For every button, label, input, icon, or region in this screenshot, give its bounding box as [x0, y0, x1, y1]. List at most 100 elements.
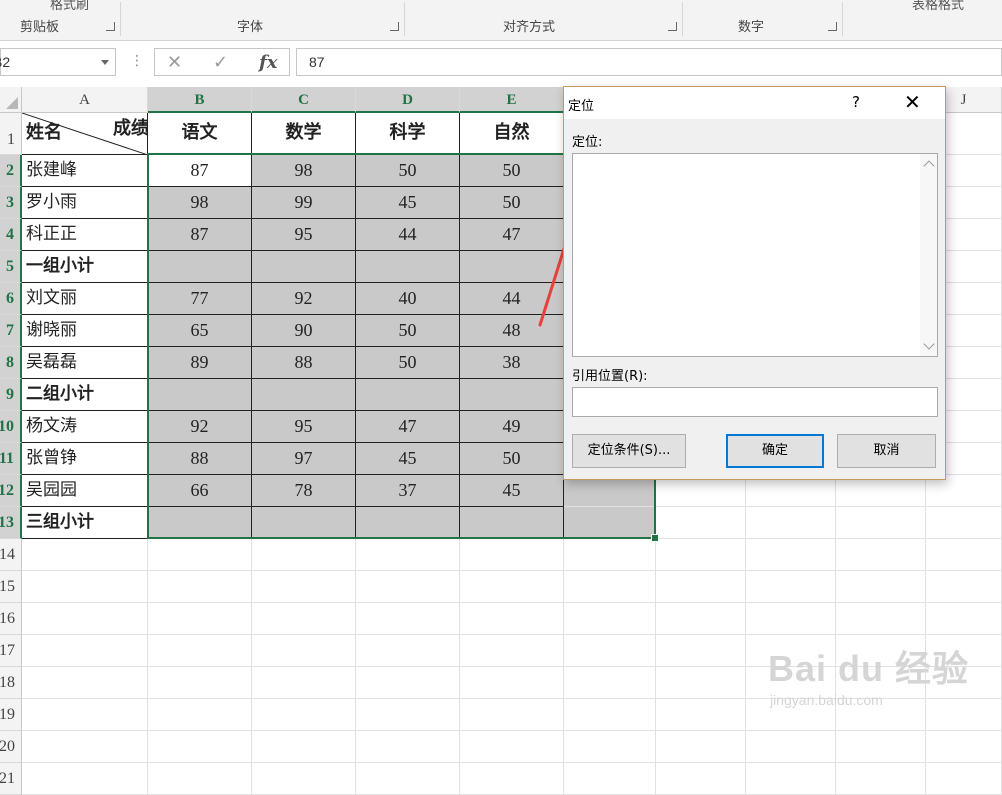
grid-cell[interactable]: [22, 635, 148, 667]
chevron-down-icon[interactable]: [101, 60, 109, 65]
grid-cell[interactable]: [252, 603, 356, 635]
score-cell[interactable]: 99: [252, 187, 356, 219]
name-cell[interactable]: 刘文丽: [22, 283, 148, 315]
row-header[interactable]: 20: [0, 731, 22, 763]
grid-cell[interactable]: [22, 571, 148, 603]
grid-cell[interactable]: [836, 763, 926, 795]
close-icon[interactable]: ✕: [904, 90, 921, 114]
selected-empty-cell[interactable]: [564, 507, 656, 539]
score-cell[interactable]: [252, 507, 356, 539]
grid-cell[interactable]: [148, 731, 252, 763]
number-launcher-icon[interactable]: [828, 22, 837, 31]
grid-cell[interactable]: [460, 731, 564, 763]
score-cell[interactable]: 92: [148, 411, 252, 443]
score-cell[interactable]: [356, 251, 460, 283]
grid-cell[interactable]: [22, 763, 148, 795]
score-cell[interactable]: [460, 379, 564, 411]
score-cell[interactable]: [252, 379, 356, 411]
grid-cell[interactable]: [746, 571, 836, 603]
format-painter-button[interactable]: 格式刷: [50, 0, 89, 13]
grid-cell[interactable]: [656, 731, 746, 763]
grid-cell[interactable]: [356, 731, 460, 763]
grid-cell[interactable]: [656, 763, 746, 795]
active-cell[interactable]: 87: [148, 155, 252, 187]
score-cell[interactable]: [460, 507, 564, 539]
header-cell[interactable]: 自然: [460, 113, 564, 155]
score-cell[interactable]: 45: [356, 443, 460, 475]
formula-input[interactable]: 87: [296, 48, 1002, 76]
row-header[interactable]: 19: [0, 699, 22, 731]
grid-cell[interactable]: [564, 763, 656, 795]
grid-cell[interactable]: [356, 603, 460, 635]
score-cell[interactable]: 50: [356, 347, 460, 379]
grid-cell[interactable]: [836, 571, 926, 603]
grid-cell[interactable]: [460, 603, 564, 635]
row-header[interactable]: 1: [0, 113, 22, 155]
header-cell[interactable]: 科学: [356, 113, 460, 155]
grid-cell[interactable]: [836, 603, 926, 635]
row-header[interactable]: 16: [0, 603, 22, 635]
column-header-d[interactable]: D: [356, 87, 460, 113]
name-cell[interactable]: 三组小计: [22, 507, 148, 539]
grid-cell[interactable]: [148, 539, 252, 571]
grid-cell[interactable]: [22, 603, 148, 635]
column-header-e[interactable]: E: [460, 87, 564, 113]
cancel-button[interactable]: 取消: [837, 434, 936, 468]
grid-cell[interactable]: [926, 603, 1002, 635]
grid-cell[interactable]: [926, 731, 1002, 763]
name-cell[interactable]: 科正正: [22, 219, 148, 251]
score-cell[interactable]: 98: [148, 187, 252, 219]
score-cell[interactable]: 97: [252, 443, 356, 475]
grid-cell[interactable]: [564, 731, 656, 763]
score-cell[interactable]: 65: [148, 315, 252, 347]
name-cell[interactable]: 杨文涛: [22, 411, 148, 443]
score-cell[interactable]: 49: [460, 411, 564, 443]
score-cell[interactable]: [356, 507, 460, 539]
row-header[interactable]: 21: [0, 763, 22, 795]
score-cell[interactable]: 44: [356, 219, 460, 251]
grid-cell[interactable]: [656, 603, 746, 635]
column-header-b[interactable]: B: [148, 87, 252, 113]
grid-cell[interactable]: [356, 699, 460, 731]
row-header[interactable]: 5: [0, 251, 22, 283]
row-header[interactable]: 13: [0, 507, 22, 539]
clipboard-launcher-icon[interactable]: [106, 22, 115, 31]
score-cell[interactable]: 90: [252, 315, 356, 347]
scroll-up-icon[interactable]: [923, 160, 935, 172]
fill-handle[interactable]: [651, 534, 659, 542]
grid-cell[interactable]: [148, 571, 252, 603]
grid-cell[interactable]: [656, 507, 746, 539]
score-cell[interactable]: 87: [148, 219, 252, 251]
score-cell[interactable]: 88: [148, 443, 252, 475]
grid-cell[interactable]: [356, 667, 460, 699]
name-cell[interactable]: 吴园园: [22, 475, 148, 507]
row-header[interactable]: 15: [0, 571, 22, 603]
name-cell[interactable]: 张建峰: [22, 155, 148, 187]
grid-cell[interactable]: [148, 763, 252, 795]
name-box[interactable]: B2: [0, 48, 116, 76]
row-header[interactable]: 17: [0, 635, 22, 667]
grid-cell[interactable]: [564, 635, 656, 667]
ok-button[interactable]: 确定: [726, 434, 824, 468]
score-cell[interactable]: [148, 379, 252, 411]
row-header[interactable]: 7: [0, 315, 22, 347]
score-cell[interactable]: 66: [148, 475, 252, 507]
score-cell[interactable]: 92: [252, 283, 356, 315]
grid-cell[interactable]: [148, 635, 252, 667]
select-all-corner[interactable]: [0, 87, 22, 113]
score-cell[interactable]: [356, 379, 460, 411]
grid-cell[interactable]: [656, 635, 746, 667]
grid-cell[interactable]: [460, 763, 564, 795]
grid-cell[interactable]: [746, 763, 836, 795]
header-cell[interactable]: 数学: [252, 113, 356, 155]
score-cell[interactable]: 50: [356, 155, 460, 187]
score-cell[interactable]: 40: [356, 283, 460, 315]
help-icon[interactable]: ?: [852, 93, 860, 111]
score-cell[interactable]: 50: [460, 443, 564, 475]
grid-cell[interactable]: [356, 539, 460, 571]
grid-cell[interactable]: [356, 763, 460, 795]
reference-input[interactable]: [572, 387, 938, 417]
grid-cell[interactable]: [148, 699, 252, 731]
grid-cell[interactable]: [564, 667, 656, 699]
grid-cell[interactable]: [564, 699, 656, 731]
